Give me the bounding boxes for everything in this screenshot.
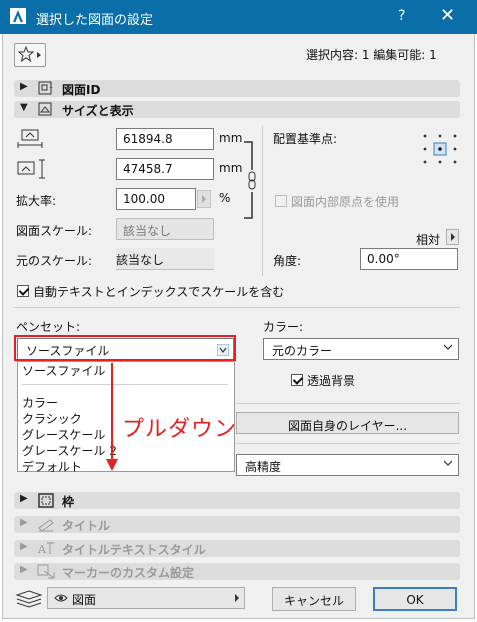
favorites-button[interactable] [14,43,46,67]
annotation-arrow [106,363,118,471]
auto-text-label: 自動テキストとインデックスでスケールを含む [33,285,285,299]
expand-arrow-icon: ▶ [20,81,28,92]
pen-set-label: ペンセット: [16,320,81,334]
svg-text:1: 1 [49,83,53,90]
expand-arrow-icon: ▶ [20,541,28,552]
chevron-right-icon [235,594,239,602]
color-select[interactable]: 元のカラー [263,338,459,360]
cancel-button[interactable]: キャンセル [272,587,356,611]
zoom-label: 拡大率: [16,194,57,208]
vertical-divider [262,126,263,276]
own-layer-button[interactable]: 図面自身のレイヤー... [236,412,459,434]
auto-text-checkbox[interactable] [17,285,29,297]
section-label: タイトルテキストスタイル [62,543,206,557]
pulldown-annotation: プルダウン [122,417,238,442]
zoom-input[interactable]: 100.00 [116,188,196,210]
drawing-scale-select[interactable]: 該当なし [116,218,214,240]
section-label: マーカーのカスタム設定 [62,566,195,580]
ok-button[interactable]: OK [373,587,457,611]
angle-input[interactable]: 0.00° [360,248,458,270]
dropdown-option[interactable]: デフォルト [22,458,82,475]
section-label: タイトル [62,519,111,533]
svg-text:A: A [37,543,47,556]
marker-icon [37,564,55,579]
chevron-down-icon [444,344,452,350]
window-title: 選択した図面の設定 [36,13,154,28]
section-label: 枠 [62,495,75,509]
color-selected: 元のカラー [272,344,333,358]
use-origin-checkbox[interactable] [275,195,287,207]
section-size-display[interactable]: ▼ サイズと表示 [14,101,460,118]
section-title-text-style[interactable]: ▶ A タイトルテキストスタイル [14,540,460,557]
relative-toggle[interactable] [446,229,459,245]
width-icon [17,129,43,148]
separator [236,403,460,404]
section-title[interactable]: ▶ タイトル [14,516,460,533]
expand-arrow-icon: ▶ [20,517,28,528]
zoom-arrow-button[interactable] [197,190,211,208]
angle-label: 角度: [273,254,302,268]
close-button[interactable]: ✕ [440,5,455,26]
use-origin-label: 図面内部原点を使用 [291,195,400,209]
original-scale-label: 元のスケール: [16,254,93,268]
dropdown-option[interactable]: グレースケール [22,426,105,443]
section-label: サイズと表示 [62,104,134,118]
title-icon [38,519,54,532]
section-marker-custom[interactable]: ▶ マーカーのカスタム設定 [14,563,460,580]
relative-label: 相対 [416,233,441,247]
original-scale-value: 該当なし [116,248,214,270]
collapse-arrow-icon: ▼ [20,102,28,113]
color-label: カラー: [263,320,304,334]
transparent-bg-label: 透過背景 [307,374,356,388]
section-label: 図面ID [62,83,101,97]
expand-arrow-icon: ▶ [20,493,28,504]
star-icon [18,46,34,62]
drawing-id-icon: 1 [38,81,53,95]
proportion-link-icon[interactable] [242,140,258,220]
separator [14,307,460,308]
section-drawing-id[interactable]: ▶ 1 図面ID [14,80,460,97]
archicad-logo-icon [10,8,26,24]
eye-icon [54,594,68,602]
height-input[interactable]: 47458.7 [116,158,214,180]
chevron-right-icon [451,233,455,241]
selection-info: 選択内容: 1 編集可能: 1 [306,48,437,62]
frame-icon [38,493,54,508]
layer-stack-icon [15,590,43,608]
height-unit: mm [219,161,243,175]
dropdown-option[interactable]: クラシック [22,410,82,427]
chevron-right-icon [37,52,41,58]
quality-select[interactable]: 高精度 [236,454,459,476]
dropdown-option[interactable]: ソースファイル [22,362,105,379]
dropdown-separator [22,384,228,385]
layer-view-select[interactable]: 図面 [47,587,245,609]
zoom-unit: % [219,191,231,205]
text-style-icon: A [37,542,54,556]
title-bar: 選択した図面の設定 ? ✕ [0,0,477,34]
expand-arrow-icon: ▶ [20,564,28,575]
chevron-right-icon [202,195,206,203]
anchor-point-grid[interactable] [422,133,458,165]
transparent-bg-checkbox[interactable] [291,374,303,386]
size-display-icon [38,102,52,116]
separator [236,443,460,444]
drawing-scale-label: 図面スケール: [16,224,93,238]
chevron-down-icon [444,460,452,466]
help-button[interactable]: ? [398,8,405,24]
width-unit: mm [219,131,243,145]
highlight-box [14,335,236,361]
layer-view-label: 図面 [72,593,97,607]
height-icon [17,159,45,179]
width-input[interactable]: 61894.8 [116,128,214,150]
anchor-label: 配置基準点: [273,132,338,146]
quality-selected: 高精度 [245,460,282,474]
dropdown-option[interactable]: カラー [22,394,58,411]
section-frame[interactable]: ▶ 枠 [14,492,460,509]
